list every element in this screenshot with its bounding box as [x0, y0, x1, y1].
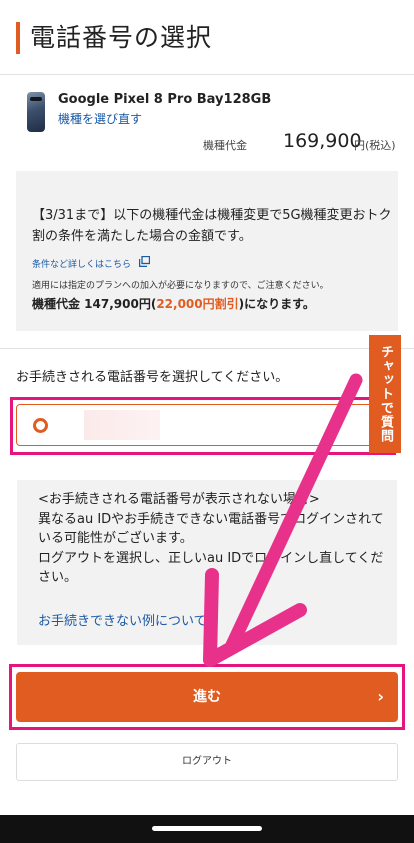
price-label: 機種代金 — [203, 139, 247, 152]
price-unit: 円(税込) — [354, 139, 396, 152]
discount-amount: 22,000円割引 — [156, 297, 239, 311]
logout-button[interactable]: ログアウト — [16, 743, 398, 781]
page-header: 電話番号の選択 — [0, 0, 414, 70]
info-text: <お手続きされる電話番号が表示されない場合> 異なるau IDやお手続きできない… — [38, 490, 386, 588]
discount-suffix: )になります。 — [238, 297, 315, 311]
info-text-content: <お手続きされる電話番号が表示されない場合> 異なるau IDやお手続きできない… — [38, 492, 384, 585]
product-name: Google Pixel 8 Pro Bay128GB — [58, 92, 272, 107]
home-indicator[interactable] — [152, 826, 262, 831]
change-model-link[interactable]: 機種を選び直す — [58, 110, 142, 127]
chat-question-tab[interactable]: チャットで質問 — [369, 335, 401, 453]
phone-image-icon — [27, 92, 45, 132]
page-title: 電話番号の選択 — [30, 23, 213, 52]
plan-requirement-note: 適用には指定のプランへの加入が必要になりますので、ご注意ください。 — [32, 281, 329, 291]
unavailable-examples-link[interactable]: お手続きできない例について — [38, 610, 207, 629]
title-accent-bar — [16, 22, 20, 54]
divider — [0, 348, 414, 349]
divider — [0, 74, 414, 75]
external-link-icon[interactable] — [139, 256, 150, 267]
price-value: 169,900 — [283, 130, 362, 152]
highlight-box-proceed — [9, 664, 405, 730]
highlight-box-number — [10, 397, 396, 455]
select-number-prompt: お手続きされる電話番号を選択してください。 — [16, 370, 289, 385]
discounted-price-text: 機種代金 147,900円(22,000円割引)になります。 — [32, 295, 315, 312]
system-nav-bar — [0, 815, 414, 843]
conditions-link[interactable]: 条件など詳しくはこちら — [32, 257, 131, 270]
campaign-notice-text: 【3/31まで】以下の機種代金は機種変更で5G機種変更おトク割の条件を満たした場… — [32, 208, 392, 244]
discount-prefix: 機種代金 147,900円( — [32, 297, 157, 311]
